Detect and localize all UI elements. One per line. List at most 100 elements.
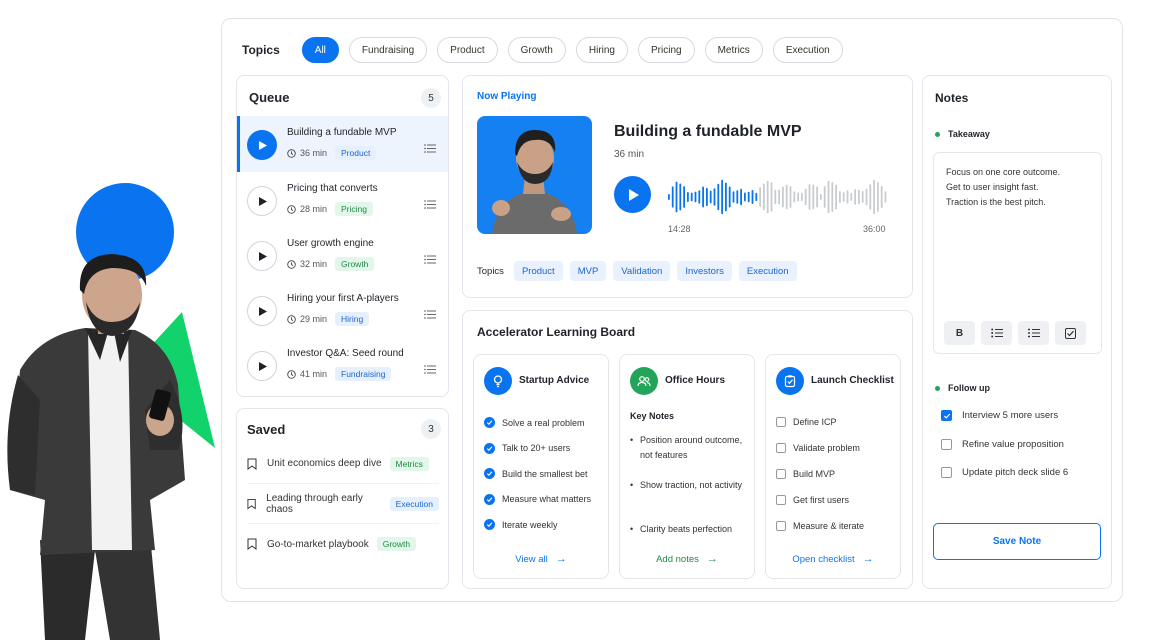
view-all-link[interactable]: View all → [474, 553, 608, 565]
office-hours-bullet: Position around outcome, not features [630, 433, 752, 463]
follow-up-item[interactable]: Interview 5 more users [941, 410, 1058, 421]
topic-chip-product[interactable]: Product [437, 37, 498, 63]
follow-up-label: Follow up [948, 383, 990, 393]
episode-topic-tag[interactable]: Product [513, 261, 563, 281]
episode-topics-label: Topics [477, 265, 504, 277]
bold-button[interactable]: B [944, 321, 975, 345]
follow-up-item[interactable]: Refine value proposition [941, 438, 1064, 450]
editor-toolbar: B [944, 321, 1092, 345]
play-button[interactable] [247, 241, 277, 271]
waveform-bar [766, 180, 769, 214]
checklist-item[interactable]: Validate problem [776, 443, 860, 453]
reorder-handle-icon[interactable] [424, 361, 436, 379]
play-button[interactable] [247, 296, 277, 326]
play-button[interactable] [614, 176, 651, 213]
queue-item[interactable]: Pricing that converts 28 min Pricing [237, 172, 448, 228]
play-icon [258, 196, 267, 206]
reorder-handle-icon[interactable] [424, 306, 436, 324]
topic-chip-execution[interactable]: Execution [772, 37, 843, 63]
waveform-bar [732, 191, 735, 203]
waveform-bar [702, 186, 704, 208]
checklist-item[interactable]: Measure & iterate [776, 521, 864, 531]
clock-icon [287, 259, 296, 269]
waveform-bar [865, 188, 868, 206]
queue-item-tag: Hiring [335, 312, 370, 326]
notes-title: Notes [935, 91, 969, 105]
waveform-bar [827, 180, 830, 214]
numbered-list-button[interactable] [1018, 321, 1049, 345]
topic-chip-metrics[interactable]: Metrics [704, 37, 763, 63]
checkbox[interactable] [776, 443, 786, 453]
add-notes-link[interactable]: Add notes → [620, 553, 754, 565]
checkbox[interactable] [776, 417, 786, 427]
waveform-bar [759, 186, 761, 208]
waveform-bar [679, 183, 682, 211]
saved-item-tag: Growth [376, 537, 417, 551]
save-note-button[interactable]: Save Note [933, 523, 1101, 560]
queue-item-meta: 41 min Fundraising [287, 367, 392, 381]
green-dot-icon [935, 131, 940, 137]
checklist-item[interactable]: Get first users [776, 495, 849, 505]
play-icon [628, 188, 639, 201]
audio-waveform-scrubber[interactable] [668, 178, 888, 216]
play-button[interactable] [247, 186, 277, 216]
saved-item[interactable]: Leading through early chaos Execution [247, 484, 439, 524]
checklist-item[interactable]: Build MVP [776, 469, 835, 479]
waveform-bar [675, 181, 678, 213]
reorder-handle-icon[interactable] [424, 196, 436, 214]
checkbox-button[interactable] [1055, 321, 1086, 345]
topics-label: Topics [242, 43, 280, 57]
queue-item[interactable]: Building a fundable MVP 36 min Product [237, 116, 448, 172]
bulleted-list-button[interactable] [981, 321, 1012, 345]
clipboard-check-icon [776, 367, 804, 395]
queue-item-meta: 29 min Hiring [287, 312, 370, 326]
note-editor[interactable]: Focus on one core outcome. Get to user i… [933, 152, 1102, 354]
checkbox[interactable] [776, 495, 786, 505]
play-button[interactable] [247, 130, 277, 160]
checkbox[interactable] [776, 521, 786, 531]
follow-up-item[interactable]: Update pitch deck slide 6 [941, 467, 1068, 478]
topic-chip-fundraising[interactable]: Fundraising [348, 37, 428, 63]
topic-chip-pricing[interactable]: Pricing [638, 37, 695, 63]
waveform-bar [755, 192, 758, 202]
startup-advice-title: Startup Advice [519, 375, 590, 386]
queue-item[interactable]: User growth engine 32 min Growth [237, 227, 448, 283]
checklist-item[interactable]: Define ICP [776, 417, 837, 427]
episode-topic-tag[interactable]: MVP [569, 261, 607, 281]
advice-item-label: Measure what matters [502, 494, 592, 504]
note-text: Focus on one core outcome. Get to user i… [946, 165, 1060, 210]
queue-item-duration: 29 min [300, 314, 328, 324]
play-icon [258, 251, 267, 261]
waveform-bar [823, 186, 826, 208]
episode-topic-tag[interactable]: Validation [613, 261, 671, 281]
launch-checklist-title: Launch Checklist [811, 375, 894, 386]
topic-chip-growth[interactable]: Growth [507, 37, 566, 63]
episode-topic-tag[interactable]: Execution [738, 261, 797, 281]
waveform-bar [812, 184, 815, 210]
saved-item[interactable]: Unit economics deep dive Metrics [247, 444, 439, 484]
launch-checklist-panel: Launch Checklist Define ICP Validate prob… [765, 354, 901, 579]
waveform-bar [835, 184, 837, 210]
saved-title: Saved [247, 422, 286, 437]
advice-item-label: Talk to 20+ users [502, 443, 571, 453]
checkbox[interactable] [941, 467, 952, 478]
topic-chip-all[interactable]: All [301, 37, 339, 63]
play-button[interactable] [247, 351, 277, 381]
advice-item: Iterate weekly [484, 519, 558, 530]
queue-item-duration: 28 min [300, 204, 328, 214]
check-circle-icon [484, 468, 495, 479]
queue-item[interactable]: Investor Q&A: Seed round 41 min Fundraisin… [237, 337, 448, 393]
view-all-label: View all [515, 553, 548, 565]
saved-item-tag: Execution [389, 496, 439, 511]
checkbox[interactable] [776, 469, 786, 479]
checkbox-checked[interactable] [941, 410, 952, 421]
topic-chip-hiring[interactable]: Hiring [575, 37, 628, 63]
episode-thumbnail [477, 116, 592, 234]
checkbox[interactable] [941, 438, 952, 450]
reorder-handle-icon[interactable] [424, 140, 436, 158]
queue-item[interactable]: Hiring your first A-players 29 min Hiring [237, 282, 448, 338]
saved-item[interactable]: Go-to-market playbook Growth [247, 524, 439, 564]
episode-topic-tag[interactable]: Investors [677, 261, 732, 281]
reorder-handle-icon[interactable] [424, 251, 436, 269]
open-checklist-link[interactable]: Open checklist → [766, 553, 900, 565]
